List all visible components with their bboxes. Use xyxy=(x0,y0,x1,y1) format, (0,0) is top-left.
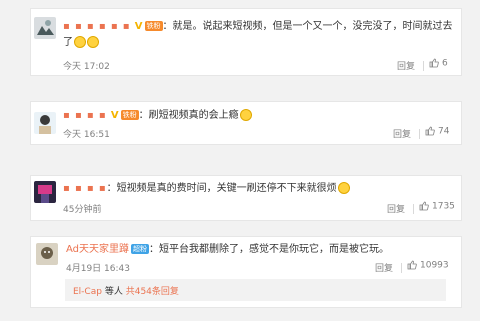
reply-button[interactable]: 回复 xyxy=(375,261,393,274)
avatar[interactable] xyxy=(36,243,58,265)
emoji-icon xyxy=(239,109,252,121)
like-count: 74 xyxy=(438,126,450,137)
like-button[interactable]: 10993 xyxy=(407,260,449,271)
divider xyxy=(401,263,402,273)
vip-badge: 超粉 xyxy=(131,244,150,254)
avatar[interactable] xyxy=(34,181,56,203)
commenter-name[interactable]: ▪ ▪ ▪ ▪ xyxy=(63,183,107,194)
comment-time: 45分钟前 xyxy=(63,205,102,215)
reply-button[interactable]: 回复 xyxy=(397,59,415,72)
reply-button[interactable]: 回复 xyxy=(393,127,411,140)
comment-text: 短视频是真的费时间，关键一刷还停不下来就很烦 xyxy=(116,183,337,194)
like-count: 10993 xyxy=(420,260,449,271)
thumbs-up-icon xyxy=(429,58,439,68)
commenter-name[interactable]: ▪ ▪ ▪ ▪ ▪ ▪ xyxy=(63,21,131,32)
avatar[interactable] xyxy=(34,17,56,39)
avatar[interactable] xyxy=(34,112,56,134)
level-badge: 铁粉 xyxy=(144,21,163,31)
comment-text: 短平台我都删除了，感觉不是你玩它，而是被它玩。 xyxy=(159,244,390,255)
verified-v-icon: V xyxy=(110,110,119,121)
comment-card: ▪ ▪ ▪ ▪ ▪ ▪ V 铁粉 ：就是。说起来短视频，但是一个又一个，没完没了，时… xyxy=(30,8,462,76)
reply-button[interactable]: 回复 xyxy=(387,202,405,215)
comment-card: ▪ ▪ ▪ ▪：短视频是真的费时间，关键一刷还停不下来就很烦 45分钟前 回复 … xyxy=(30,175,462,221)
commenter-name[interactable]: ▪ ▪ ▪ ▪ xyxy=(63,110,107,121)
like-count: 6 xyxy=(442,58,448,69)
emoji-icon xyxy=(337,182,350,194)
replies-middle-text: 等人 xyxy=(104,287,123,297)
emoji-icon xyxy=(74,36,86,48)
comment-text: 刷短视频真的会上瘾 xyxy=(148,110,239,121)
commenter-name[interactable]: Ad天天家里蹲 xyxy=(66,244,129,255)
like-button[interactable]: 1735 xyxy=(419,201,455,212)
comment-time: 今天 16:51 xyxy=(63,130,110,140)
like-count: 1735 xyxy=(432,201,455,212)
thumbs-up-icon xyxy=(425,126,435,136)
emoji-icon xyxy=(87,36,99,48)
reply-user-link[interactable]: El-Cap xyxy=(73,287,102,297)
divider xyxy=(413,204,414,214)
comment-time: 今天 17:02 xyxy=(63,62,110,72)
like-button[interactable]: 6 xyxy=(429,58,448,69)
verified-v-icon: V xyxy=(134,21,143,32)
like-button[interactable]: 74 xyxy=(425,126,449,137)
comment-time: 4月19日 16:43 xyxy=(66,264,130,274)
replies-summary: El-Cap 等人 共454条回复 xyxy=(65,279,446,301)
comment-card: ▪ ▪ ▪ ▪ V 铁粉 ：刷短视频真的会上瘾 今天 16:51 回复 74 xyxy=(30,101,462,145)
level-badge: 铁粉 xyxy=(120,110,139,120)
thumbs-up-icon xyxy=(419,201,429,211)
thumbs-up-icon xyxy=(407,260,417,270)
all-replies-link[interactable]: 共454条回复 xyxy=(126,287,179,297)
divider xyxy=(419,129,420,139)
divider xyxy=(423,61,424,71)
